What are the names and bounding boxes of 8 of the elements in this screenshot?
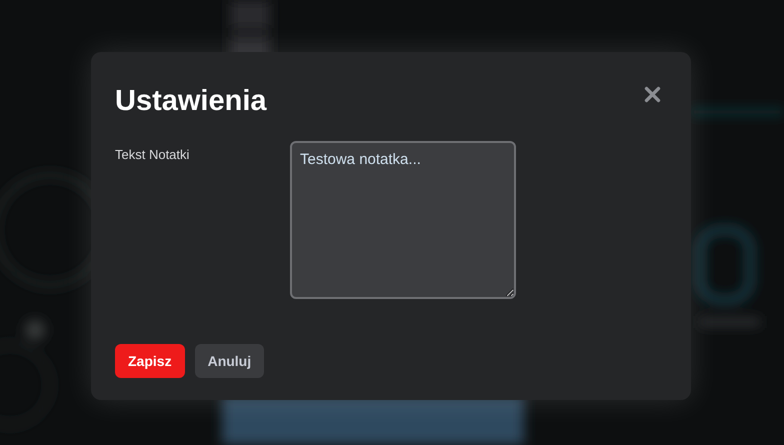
close-icon[interactable] bbox=[644, 86, 661, 103]
cancel-button[interactable]: Anuluj bbox=[194, 344, 264, 378]
blurred-dot bbox=[25, 320, 45, 340]
blurred-tile bbox=[230, 0, 270, 30]
dialog-title: Ustawienia bbox=[115, 84, 266, 119]
save-button[interactable]: Zapisz bbox=[115, 344, 185, 378]
note-text-field[interactable]: Testowa notatka... bbox=[290, 141, 516, 299]
field-label: Tekst Notatki bbox=[115, 146, 190, 164]
